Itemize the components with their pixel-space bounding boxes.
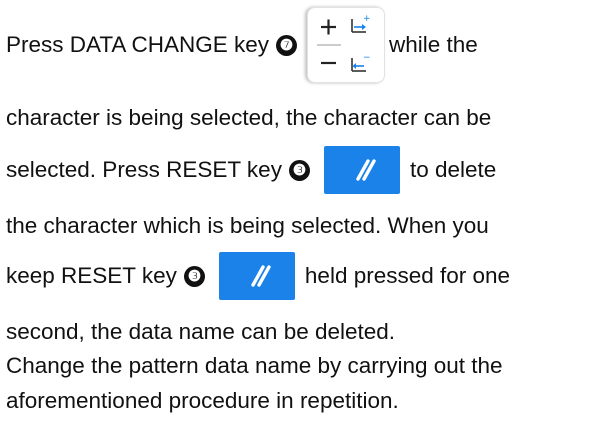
text-line-4: the character which is being selected. W… bbox=[6, 212, 489, 240]
double-slash-icon bbox=[356, 159, 376, 181]
text-line-3: selected. Press RESET key ❸ to delete bbox=[6, 145, 496, 195]
text-segment: held pressed for one bbox=[304, 263, 511, 288]
text-segment: character is being selected, the charact… bbox=[6, 105, 492, 130]
text-line-8: aforementioned procedure in repetition. bbox=[6, 387, 399, 415]
key-number-3: ❸ bbox=[183, 265, 205, 287]
text-line-7: Change the pattern data name by carrying… bbox=[6, 352, 503, 380]
svg-text:−: − bbox=[363, 53, 371, 63]
plus-minus-cursor-icon: + − bbox=[316, 14, 371, 72]
svg-text:+: + bbox=[363, 14, 371, 24]
text-line-2: character is being selected, the charact… bbox=[6, 104, 491, 132]
text-segment: to delete bbox=[409, 157, 497, 182]
key-number-3: ❸ bbox=[288, 159, 310, 181]
text-line-6: second, the data name can be deleted. bbox=[6, 318, 395, 346]
text-segment: while the bbox=[388, 32, 478, 57]
text-segment: aforementioned procedure in repetition. bbox=[6, 388, 399, 413]
reset-key[interactable] bbox=[218, 252, 295, 300]
text-segment: Change the pattern data name by carrying… bbox=[6, 353, 503, 378]
text-segment: selected. Press RESET key bbox=[6, 157, 282, 182]
text-segment: second, the data name can be deleted. bbox=[6, 319, 396, 344]
text-segment: the character which is being selected. W… bbox=[6, 213, 489, 238]
reset-key[interactable] bbox=[323, 146, 400, 194]
text-line-1: Press DATA CHANGE key ❼ + − while the bbox=[6, 6, 478, 84]
text-segment: keep RESET key bbox=[6, 263, 177, 288]
text-line-5: keep RESET key ❸ held pressed for one bbox=[6, 251, 510, 301]
double-slash-icon bbox=[251, 265, 271, 287]
data-change-key[interactable]: + − bbox=[306, 7, 385, 83]
text-segment: Press DATA CHANGE key bbox=[6, 32, 269, 57]
key-number-7: ❼ bbox=[275, 34, 297, 56]
